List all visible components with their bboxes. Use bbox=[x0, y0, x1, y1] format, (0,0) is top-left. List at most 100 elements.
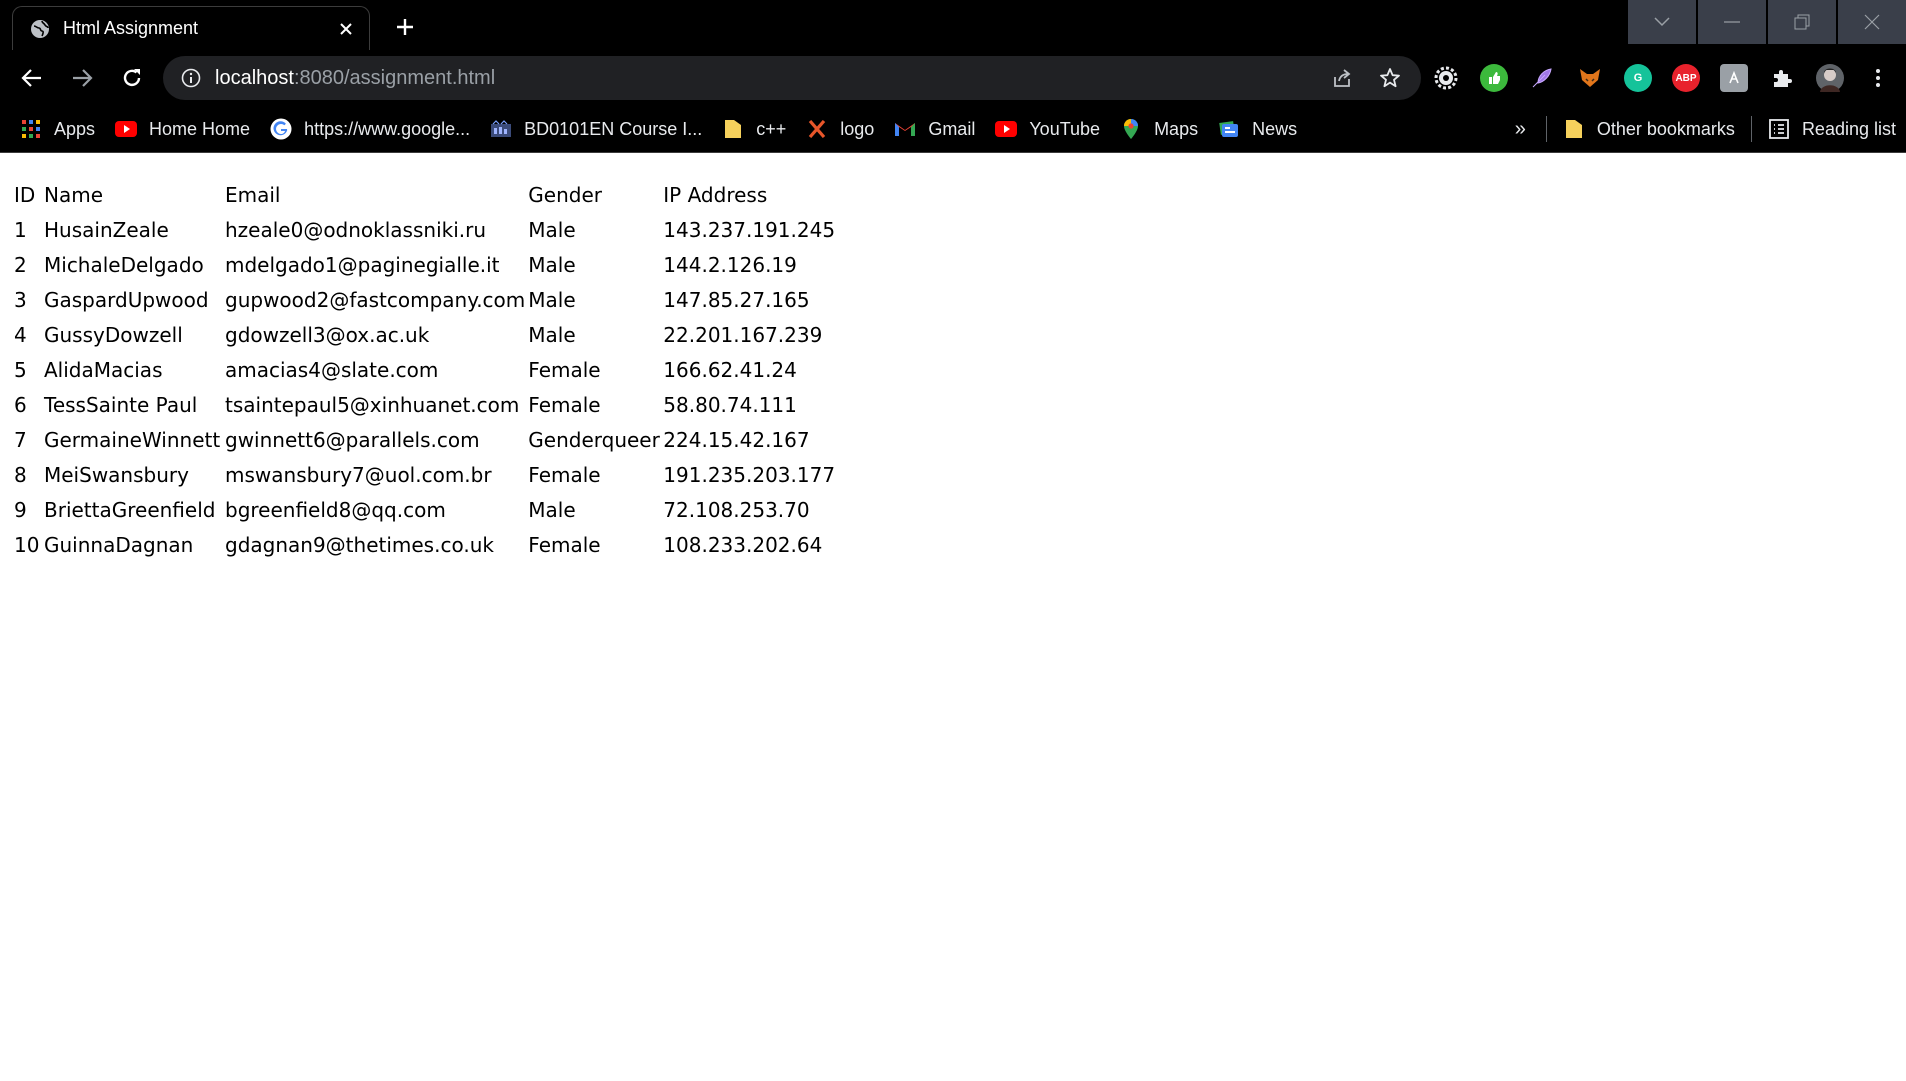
cell-ip-address: 22.201.167.239 bbox=[663, 322, 823, 347]
restore-button[interactable] bbox=[1768, 0, 1836, 44]
cell-gender: Male bbox=[528, 497, 576, 522]
youtube-icon bbox=[995, 118, 1018, 140]
cell-id: 3 bbox=[14, 287, 27, 312]
fox-icon[interactable] bbox=[1576, 64, 1604, 92]
bookmark-apps[interactable]: Apps bbox=[10, 111, 105, 147]
google-icon bbox=[270, 118, 292, 140]
bookmarks-overflow-button[interactable]: » bbox=[1501, 118, 1540, 141]
bookmark-label: BD0101EN Course I... bbox=[524, 118, 703, 139]
bookmark-home-home[interactable]: Home Home bbox=[105, 111, 260, 147]
reload-button[interactable] bbox=[110, 56, 154, 100]
browser-chrome: Html Assignment localhost:8080/assignmen… bbox=[0, 0, 1906, 153]
course-icon bbox=[490, 118, 512, 140]
column-header-gender: Gender bbox=[528, 182, 602, 207]
tab-html-assignment[interactable]: Html Assignment bbox=[12, 6, 370, 50]
restore-icon bbox=[1794, 14, 1810, 30]
cell-email: tsaintepaul5@xinhuanet.com bbox=[225, 392, 520, 417]
cell-id: 4 bbox=[14, 322, 27, 347]
folder-icon bbox=[1563, 118, 1585, 140]
reading-list-icon bbox=[1768, 118, 1790, 140]
puzzle-icon[interactable] bbox=[1768, 64, 1796, 92]
bookmark-maps[interactable]: Maps bbox=[1110, 111, 1208, 147]
cell-id: 2 bbox=[14, 252, 27, 277]
column-header-name: Name bbox=[44, 182, 104, 207]
cell-id: 1 bbox=[14, 217, 27, 242]
url-path: :8080/assignment.html bbox=[293, 66, 496, 89]
users-table: ID Name Email Gender IP Address 1 Husain… bbox=[11, 177, 838, 562]
tab-search-button[interactable] bbox=[1628, 0, 1696, 44]
cell-gender: Male bbox=[528, 252, 576, 277]
info-icon[interactable] bbox=[179, 66, 203, 90]
arrow-left-icon bbox=[21, 69, 41, 87]
apps-grid-icon bbox=[20, 118, 42, 140]
other-bookmarks-label: Other bookmarks bbox=[1596, 118, 1735, 139]
window-controls bbox=[1626, 0, 1906, 44]
profile-avatar[interactable] bbox=[1816, 64, 1844, 92]
column-header-email: Email bbox=[225, 182, 281, 207]
cell-gender: Female bbox=[528, 462, 601, 487]
cell-email: mswansbury7@uol.com.br bbox=[225, 462, 492, 487]
close-icon bbox=[1864, 14, 1880, 30]
bookmark-label: Home Home bbox=[149, 118, 251, 139]
cell-ip-address: 108.233.202.64 bbox=[663, 532, 823, 557]
table-row: 8 MeiSwansbury mswansbury7@uol.com.br Fe… bbox=[14, 457, 835, 492]
forward-button[interactable] bbox=[60, 56, 104, 100]
bookmark-folder-cpp[interactable]: c++ bbox=[712, 111, 796, 147]
close-icon[interactable] bbox=[335, 18, 357, 40]
green-thumb-icon[interactable] bbox=[1480, 64, 1508, 92]
bookmark-logo[interactable]: logo bbox=[796, 111, 884, 147]
cell-gender: Male bbox=[528, 322, 576, 347]
cell-ip-address: 72.108.253.70 bbox=[663, 497, 810, 522]
other-bookmarks[interactable]: Other bookmarks bbox=[1553, 111, 1745, 147]
grammarly-icon[interactable]: G bbox=[1624, 64, 1652, 92]
address-bar[interactable]: localhost:8080/assignment.html bbox=[163, 56, 1421, 100]
minimize-button[interactable] bbox=[1698, 0, 1766, 44]
abp-icon[interactable]: ABP bbox=[1672, 64, 1700, 92]
font-icon[interactable] bbox=[1720, 64, 1748, 92]
bookmark-course[interactable]: BD0101EN Course I... bbox=[480, 111, 712, 147]
cell-name: MeiSwansbury bbox=[44, 462, 189, 487]
x-logo-icon bbox=[806, 118, 828, 140]
new-tab-button[interactable] bbox=[390, 12, 420, 42]
bookmark-google[interactable]: https://www.google... bbox=[260, 111, 480, 147]
url-text[interactable]: localhost:8080/assignment.html bbox=[215, 67, 1311, 90]
page-content: ID Name Email Gender IP Address 1 Husain… bbox=[0, 153, 1906, 562]
cell-id: 7 bbox=[14, 427, 27, 452]
cell-gender: Female bbox=[528, 357, 601, 382]
minimize-icon bbox=[1724, 21, 1740, 23]
gear-icon[interactable] bbox=[1432, 64, 1460, 92]
cell-email: gupwood2@fastcompany.com bbox=[225, 287, 526, 312]
cell-name: GaspardUpwood bbox=[44, 287, 209, 312]
bookmark-youtube[interactable]: YouTube bbox=[985, 111, 1110, 147]
bookmarks-bar: Apps Home Home https://www.google... BD0… bbox=[0, 106, 1906, 153]
cell-email: mdelgado1@paginegialle.it bbox=[225, 252, 500, 277]
cell-name: HusainZeale bbox=[44, 217, 169, 242]
cell-email: gwinnett6@parallels.com bbox=[225, 427, 480, 452]
tab-strip: Html Assignment bbox=[0, 0, 1906, 50]
cell-email: bgreenfield8@qq.com bbox=[225, 497, 446, 522]
cell-name: TessSainte Paul bbox=[44, 392, 198, 417]
feather-icon[interactable] bbox=[1528, 64, 1556, 92]
share-button[interactable] bbox=[1325, 61, 1359, 95]
toolbar: localhost:8080/assignment.html G ABP bbox=[0, 50, 1906, 106]
reading-list[interactable]: Reading list bbox=[1758, 111, 1906, 147]
bookmark-gmail[interactable]: Gmail bbox=[884, 111, 985, 147]
bookmark-label: Maps bbox=[1154, 118, 1199, 139]
star-icon bbox=[1380, 68, 1400, 88]
table-row: 7 GermaineWinnett gwinnett6@parallels.co… bbox=[14, 422, 835, 457]
cell-id: 10 bbox=[14, 532, 40, 557]
cell-gender: Female bbox=[528, 532, 601, 557]
cell-ip-address: 147.85.27.165 bbox=[663, 287, 810, 312]
bookmark-star-button[interactable] bbox=[1373, 61, 1407, 95]
kebab-menu-icon[interactable] bbox=[1864, 64, 1892, 92]
back-button[interactable] bbox=[10, 56, 54, 100]
close-window-button[interactable] bbox=[1838, 0, 1906, 44]
bookmark-news[interactable]: News bbox=[1208, 111, 1307, 147]
maps-icon bbox=[1120, 118, 1142, 140]
reload-icon bbox=[123, 69, 141, 87]
column-header-ip-address: IP Address bbox=[663, 182, 768, 207]
folder-icon bbox=[722, 118, 744, 140]
cell-id: 6 bbox=[14, 392, 27, 417]
globe-icon bbox=[29, 18, 51, 40]
cell-ip-address: 166.62.41.24 bbox=[663, 357, 797, 382]
